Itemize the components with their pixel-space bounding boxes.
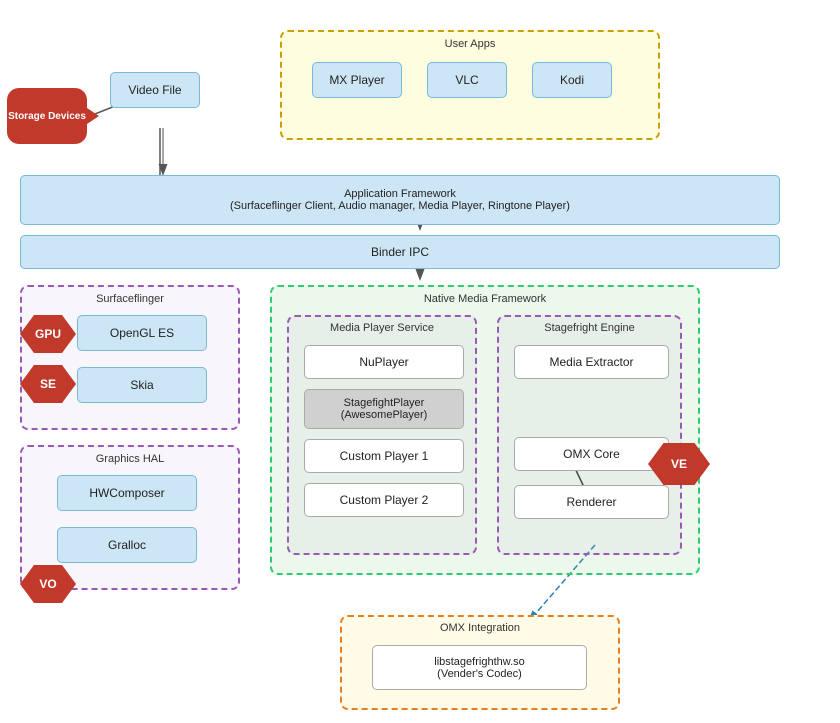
omx-integration-label: OMX Integration [342, 622, 618, 634]
gpu-hexagon: GPU [20, 315, 76, 353]
se-hexagon: SE [20, 365, 76, 403]
media-extractor-box: Media Extractor [514, 345, 669, 379]
storage-devices: Storage Devices [7, 88, 87, 144]
surfaceflinger-label: Surfaceflinger [22, 293, 238, 305]
renderer-box: Renderer [514, 485, 669, 519]
native-media-container: Native Media Framework Media Player Serv… [270, 285, 700, 575]
binder-ipc-box: Binder IPC [20, 235, 780, 269]
user-apps-container: User Apps MX Player VLC Kodi [280, 30, 660, 140]
custom-player-1-box: Custom Player 1 [304, 439, 464, 473]
libstage-box: libstagefrighthw.so(Vender's Codec) [372, 645, 587, 690]
mx-player-box: MX Player [312, 62, 402, 98]
nuplayer-box: NuPlayer [304, 345, 464, 379]
opengl-es-box: OpenGL ES [77, 315, 207, 351]
surfaceflinger-container: Surfaceflinger OpenGL ES Skia [20, 285, 240, 430]
vo-hexagon: VO [20, 565, 76, 603]
video-file-box: Video File [110, 72, 200, 108]
omx-core-box: OMX Core [514, 437, 669, 471]
kodi-box: Kodi [532, 62, 612, 98]
graphics-hal-label: Graphics HAL [22, 453, 238, 465]
diagram: Storage Devices Video File User Apps MX … [0, 0, 840, 723]
stagefright-engine-label: Stagefright Engine [499, 322, 680, 334]
native-media-label: Native Media Framework [272, 293, 698, 305]
media-player-service-container: Media Player Service NuPlayer Stagefight… [287, 315, 477, 555]
custom-player-2-box: Custom Player 2 [304, 483, 464, 517]
hwcomposer-box: HWComposer [57, 475, 197, 511]
stagefright-engine-container: Stagefright Engine Media Extractor OMX C… [497, 315, 682, 555]
vlc-box: VLC [427, 62, 507, 98]
ve-hexagon: VE [648, 443, 710, 485]
media-player-service-label: Media Player Service [289, 322, 475, 334]
omx-integration-container: OMX Integration libstagefrighthw.so(Vend… [340, 615, 620, 710]
app-framework-box: Application Framework(Surfaceflinger Cli… [20, 175, 780, 225]
stagefright-player-box: StagefightPlayer(AwesomePlayer) [304, 389, 464, 429]
gralloc-box: Gralloc [57, 527, 197, 563]
user-apps-label: User Apps [282, 38, 658, 50]
skia-box: Skia [77, 367, 207, 403]
